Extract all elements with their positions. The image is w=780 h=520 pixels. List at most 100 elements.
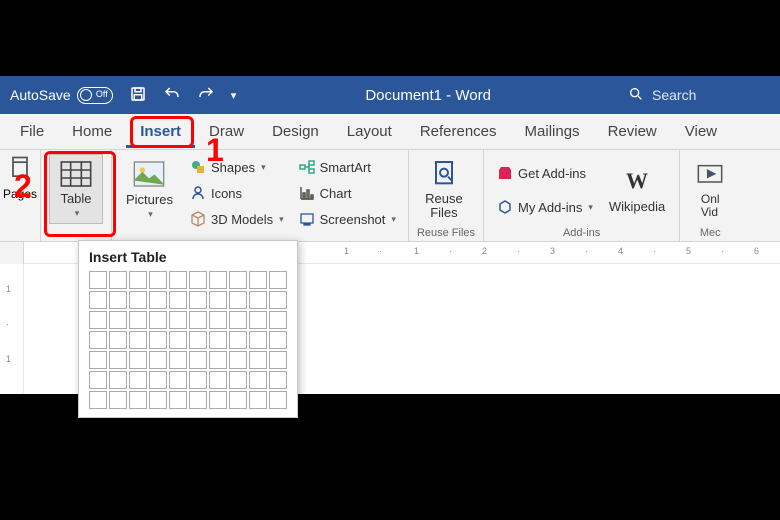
grid-cell[interactable] (169, 371, 187, 389)
grid-cell[interactable] (189, 271, 207, 289)
pictures-button[interactable]: Pictures ▾ (120, 154, 179, 224)
grid-cell[interactable] (209, 291, 227, 309)
grid-cell[interactable] (129, 311, 147, 329)
table-grid-picker[interactable] (89, 271, 287, 409)
reuse-files-button[interactable]: ReuseFiles (417, 154, 471, 224)
grid-cell[interactable] (249, 271, 267, 289)
grid-cell[interactable] (169, 311, 187, 329)
undo-icon[interactable] (163, 85, 181, 106)
my-addins-button[interactable]: My Add-ins ▾ (492, 196, 597, 218)
grid-cell[interactable] (109, 371, 127, 389)
grid-cell[interactable] (229, 291, 247, 309)
grid-cell[interactable] (149, 311, 167, 329)
grid-cell[interactable] (109, 311, 127, 329)
tab-view[interactable]: View (671, 115, 731, 148)
tab-references[interactable]: References (406, 115, 511, 148)
grid-cell[interactable] (189, 371, 207, 389)
grid-cell[interactable] (189, 331, 207, 349)
grid-cell[interactable] (109, 291, 127, 309)
tab-file[interactable]: File (6, 115, 58, 148)
grid-cell[interactable] (129, 291, 147, 309)
shapes-button[interactable]: Shapes ▾ (185, 156, 288, 178)
toggle-switch[interactable]: Off (77, 87, 113, 104)
grid-cell[interactable] (189, 391, 207, 409)
grid-cell[interactable] (229, 371, 247, 389)
grid-cell[interactable] (229, 391, 247, 409)
grid-cell[interactable] (249, 331, 267, 349)
tab-review[interactable]: Review (594, 115, 671, 148)
grid-cell[interactable] (109, 391, 127, 409)
grid-cell[interactable] (249, 311, 267, 329)
online-video-button[interactable]: OnlVid (688, 154, 732, 224)
grid-cell[interactable] (269, 291, 287, 309)
grid-cell[interactable] (129, 391, 147, 409)
grid-cell[interactable] (109, 271, 127, 289)
grid-cell[interactable] (149, 271, 167, 289)
grid-cell[interactable] (129, 351, 147, 369)
grid-cell[interactable] (129, 371, 147, 389)
chart-button[interactable]: Chart (294, 182, 400, 204)
save-icon[interactable] (129, 85, 147, 106)
grid-cell[interactable] (149, 371, 167, 389)
grid-cell[interactable] (209, 311, 227, 329)
grid-cell[interactable] (229, 331, 247, 349)
grid-cell[interactable] (149, 351, 167, 369)
grid-cell[interactable] (269, 331, 287, 349)
grid-cell[interactable] (249, 371, 267, 389)
tab-home[interactable]: Home (58, 115, 126, 148)
tab-draw[interactable]: Draw (195, 115, 258, 148)
grid-cell[interactable] (189, 291, 207, 309)
grid-cell[interactable] (129, 331, 147, 349)
grid-cell[interactable] (169, 391, 187, 409)
grid-cell[interactable] (209, 271, 227, 289)
wikipedia-label: Wikipedia (609, 199, 665, 214)
3d-models-button[interactable]: 3D Models ▾ (185, 208, 288, 230)
autosave-toggle[interactable]: AutoSave Off (10, 87, 113, 104)
grid-cell[interactable] (89, 351, 107, 369)
tab-layout[interactable]: Layout (333, 115, 406, 148)
grid-cell[interactable] (89, 271, 107, 289)
grid-cell[interactable] (189, 311, 207, 329)
grid-cell[interactable] (129, 271, 147, 289)
tab-design[interactable]: Design (258, 115, 333, 148)
grid-cell[interactable] (209, 391, 227, 409)
screenshot-button[interactable]: Screenshot ▾ (294, 208, 400, 230)
grid-cell[interactable] (149, 291, 167, 309)
grid-cell[interactable] (169, 331, 187, 349)
grid-cell[interactable] (229, 311, 247, 329)
grid-cell[interactable] (169, 271, 187, 289)
grid-cell[interactable] (229, 351, 247, 369)
tab-mailings[interactable]: Mailings (511, 115, 594, 148)
grid-cell[interactable] (269, 351, 287, 369)
grid-cell[interactable] (269, 391, 287, 409)
search-box[interactable]: Search (620, 83, 770, 108)
grid-cell[interactable] (89, 331, 107, 349)
grid-cell[interactable] (169, 291, 187, 309)
grid-cell[interactable] (149, 391, 167, 409)
grid-cell[interactable] (209, 371, 227, 389)
redo-icon[interactable] (197, 85, 215, 106)
grid-cell[interactable] (89, 391, 107, 409)
grid-cell[interactable] (149, 331, 167, 349)
grid-cell[interactable] (89, 311, 107, 329)
grid-cell[interactable] (249, 351, 267, 369)
grid-cell[interactable] (249, 391, 267, 409)
grid-cell[interactable] (109, 331, 127, 349)
wikipedia-button[interactable]: W Wikipedia (603, 154, 671, 224)
grid-cell[interactable] (89, 291, 107, 309)
grid-cell[interactable] (209, 331, 227, 349)
grid-cell[interactable] (89, 371, 107, 389)
reuse-files-label: ReuseFiles (425, 192, 463, 221)
get-addins-button[interactable]: Get Add-ins (492, 162, 597, 184)
grid-cell[interactable] (249, 291, 267, 309)
grid-cell[interactable] (209, 351, 227, 369)
grid-cell[interactable] (169, 351, 187, 369)
smartart-button[interactable]: SmartArt (294, 156, 400, 178)
grid-cell[interactable] (269, 271, 287, 289)
grid-cell[interactable] (229, 271, 247, 289)
grid-cell[interactable] (109, 351, 127, 369)
grid-cell[interactable] (269, 311, 287, 329)
icons-button[interactable]: Icons (185, 182, 288, 204)
grid-cell[interactable] (189, 351, 207, 369)
grid-cell[interactable] (269, 371, 287, 389)
